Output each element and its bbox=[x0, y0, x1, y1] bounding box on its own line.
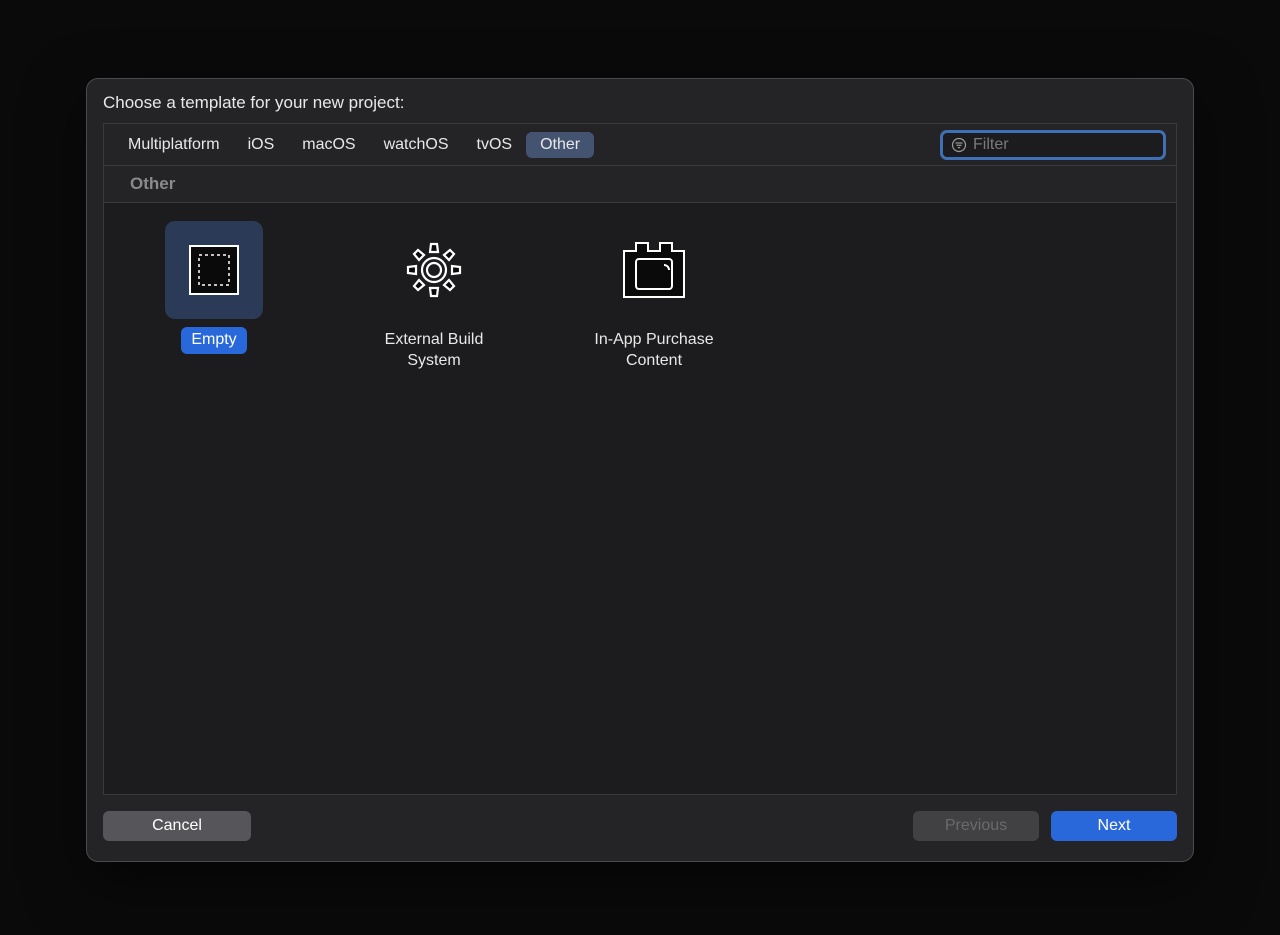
template-external-build-system[interactable]: External Build System bbox=[354, 221, 514, 375]
template-tile-iap bbox=[605, 221, 703, 319]
tab-multiplatform[interactable]: Multiplatform bbox=[114, 132, 234, 158]
filter-wrap bbox=[940, 130, 1166, 160]
templates-area: Empty bbox=[104, 203, 1176, 794]
tab-watchos[interactable]: watchOS bbox=[370, 132, 463, 158]
section-header-other: Other bbox=[104, 166, 1176, 203]
cancel-button[interactable]: Cancel bbox=[103, 811, 251, 841]
empty-template-icon bbox=[184, 240, 244, 300]
template-label-external-build: External Build System bbox=[354, 327, 514, 375]
template-empty[interactable]: Empty bbox=[134, 221, 294, 354]
next-button[interactable]: Next bbox=[1051, 811, 1177, 841]
tab-macos[interactable]: macOS bbox=[288, 132, 369, 158]
template-label-empty: Empty bbox=[181, 327, 246, 354]
iap-content-icon bbox=[616, 237, 692, 303]
template-iap-content[interactable]: In-App Purchase Content bbox=[574, 221, 734, 375]
filter-input[interactable] bbox=[973, 136, 1155, 154]
template-label-iap: In-App Purchase Content bbox=[574, 327, 734, 375]
tabs-row: Multiplatform iOS macOS watchOS tvOS Oth… bbox=[104, 124, 1176, 166]
tab-tvos[interactable]: tvOS bbox=[463, 132, 527, 158]
gear-icon bbox=[398, 234, 470, 306]
content-frame: Multiplatform iOS macOS watchOS tvOS Oth… bbox=[103, 123, 1177, 795]
tab-other[interactable]: Other bbox=[526, 132, 594, 158]
template-tile-empty bbox=[165, 221, 263, 319]
dialog-title: Choose a template for your new project: bbox=[87, 79, 1193, 123]
dialog-footer: Cancel Previous Next bbox=[87, 795, 1193, 861]
tabs: Multiplatform iOS macOS watchOS tvOS Oth… bbox=[114, 132, 594, 158]
filter-icon bbox=[951, 137, 967, 153]
previous-button: Previous bbox=[913, 811, 1039, 841]
filter-field[interactable] bbox=[940, 130, 1166, 160]
new-project-template-dialog: Choose a template for your new project: … bbox=[86, 78, 1194, 862]
template-tile-external-build bbox=[385, 221, 483, 319]
tab-ios[interactable]: iOS bbox=[234, 132, 289, 158]
